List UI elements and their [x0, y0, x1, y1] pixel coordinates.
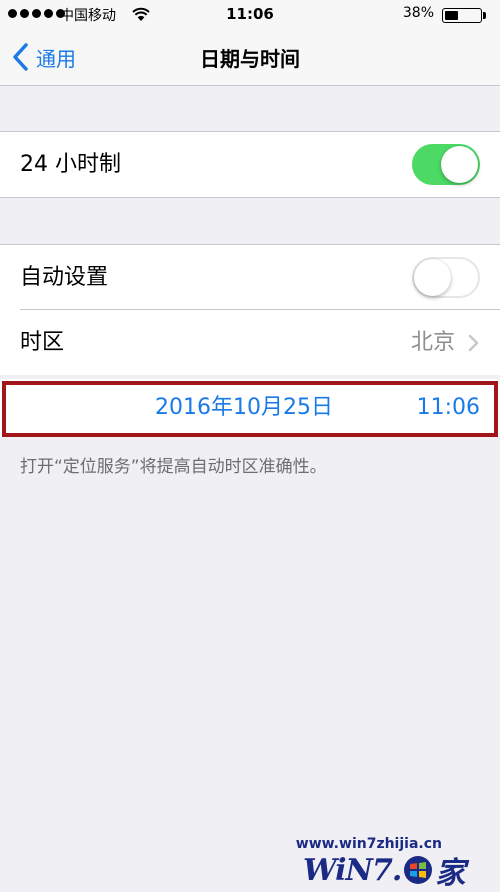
hour24-row: 24 小时制	[0, 132, 500, 197]
logo-text-right: 家	[435, 856, 465, 891]
highlight-frame	[2, 381, 498, 437]
timezone-row[interactable]: 时区 北京	[0, 310, 500, 375]
datetime-group: 自动设置 时区 北京	[0, 244, 500, 375]
chevron-right-icon	[468, 334, 479, 352]
timezone-value: 北京	[410, 330, 455, 355]
hour24-toggle[interactable]	[412, 144, 480, 185]
auto-set-toggle[interactable]	[412, 257, 480, 298]
date-time-row[interactable]: 2016年10月25日 11:06	[0, 379, 500, 437]
windows-logo-icon	[404, 856, 433, 884]
toggle-knob	[414, 259, 451, 296]
watermark-url: www.win7zhijia.cn	[295, 836, 442, 852]
auto-set-row: 自动设置	[0, 245, 500, 310]
status-bar: 中国移动 11:06 38%	[0, 0, 500, 30]
battery-icon	[442, 8, 482, 23]
page-title: 日期与时间	[200, 47, 300, 71]
hour-format-group: 24 小时制	[0, 131, 500, 198]
hour24-label: 24 小时制	[20, 152, 121, 177]
navigation-bar: 通用 日期与时间	[0, 30, 500, 86]
timezone-label: 时区	[20, 330, 65, 355]
logo-text-left: WiN7.	[303, 852, 402, 888]
battery-percentage: 38%	[402, 5, 434, 21]
watermark-logo: WiN7. 家	[303, 852, 465, 892]
auto-set-label: 自动设置	[20, 265, 109, 290]
toggle-knob	[441, 146, 478, 183]
footer-note: 打开“定位服务”将提高自动时区准确性。	[20, 457, 327, 477]
battery-tip	[483, 12, 486, 19]
